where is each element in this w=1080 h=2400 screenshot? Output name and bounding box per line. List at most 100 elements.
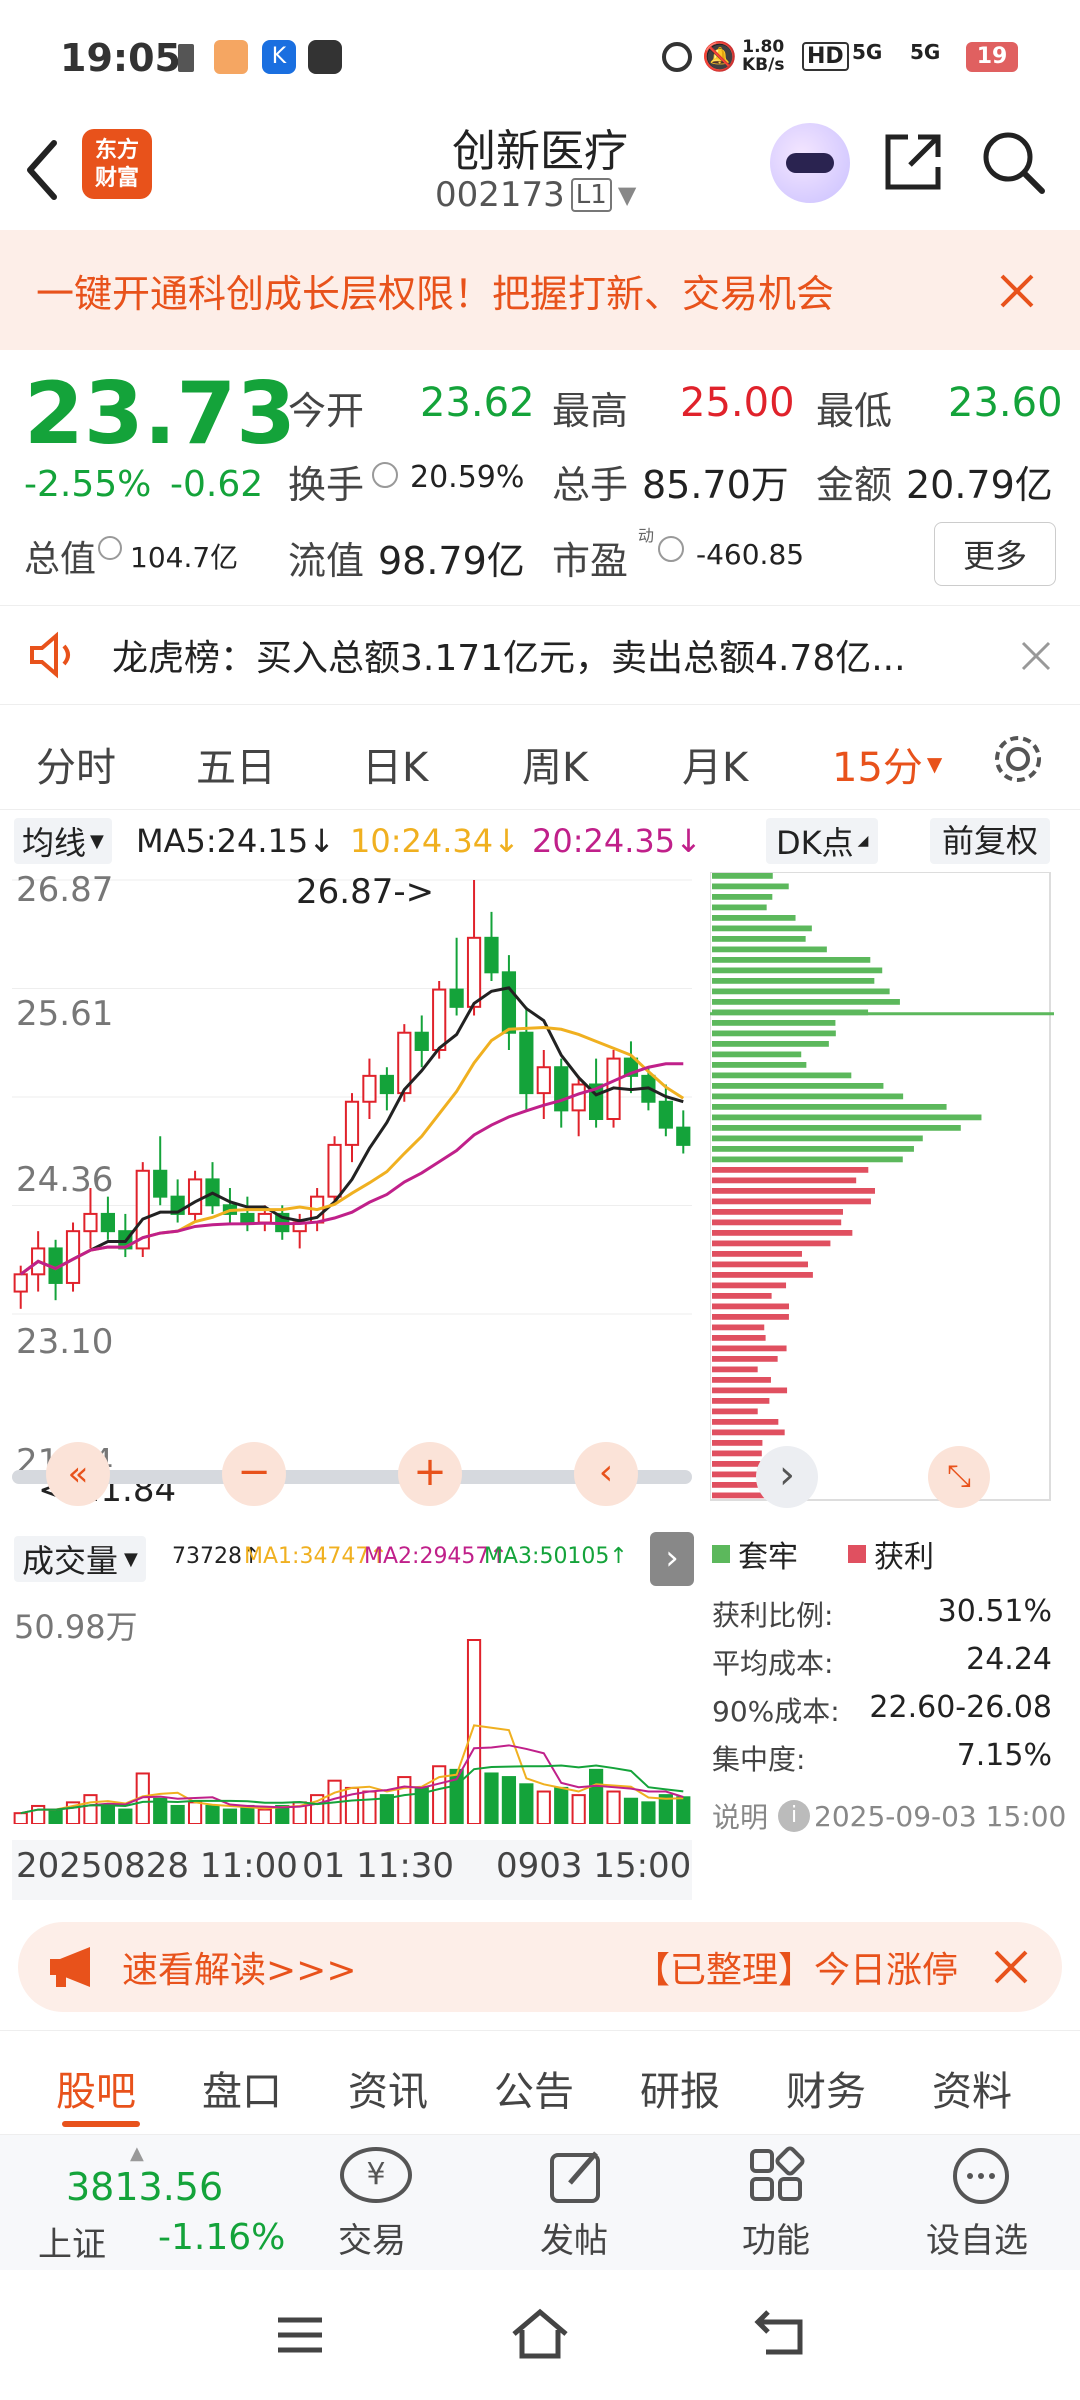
chip-bar — [712, 1093, 904, 1100]
tab-research[interactable]: 研报 — [640, 2059, 720, 2117]
chevron-down-icon: ▼ — [617, 181, 637, 209]
chip-bar — [712, 1429, 785, 1436]
candle-body — [187, 1178, 203, 1215]
profit-swatch — [848, 1545, 866, 1563]
tab-profile[interactable]: 资料 — [932, 2059, 1012, 2117]
chip-note[interactable]: 说明 i 2025-09-03 15:00 — [712, 1796, 1066, 1836]
float-label: 流值 — [288, 539, 365, 583]
tab-intraday[interactable]: 分时 — [36, 735, 116, 793]
chip-bar — [712, 1219, 842, 1226]
volume-selector[interactable]: 成交量 ▼ — [14, 1536, 146, 1582]
chip-bar — [712, 915, 796, 921]
tab-weekly[interactable]: 周K — [522, 735, 588, 793]
home-icon[interactable] — [508, 2306, 572, 2362]
zoom-out-icon[interactable]: − — [222, 1442, 286, 1506]
add-watchlist-icon[interactable] — [950, 2145, 1012, 2207]
tab-daily[interactable]: 日K — [362, 735, 428, 793]
candle-body — [327, 1143, 342, 1198]
expand-indicator-icon[interactable]: › — [650, 1532, 694, 1586]
candle-body — [432, 988, 447, 1051]
close-icon[interactable] — [998, 272, 1036, 310]
chip-bar — [712, 1083, 884, 1089]
candle-body — [554, 1066, 569, 1112]
chip-distribution-chart[interactable] — [710, 872, 1054, 1502]
menu-icon[interactable] — [270, 2310, 330, 2360]
more-button[interactable]: 更多 — [934, 522, 1057, 586]
stock-code: 002173 — [435, 175, 565, 215]
price-tick: 23.10 — [16, 1322, 114, 1362]
stock-code-selector[interactable]: 002173 L1 ▼ — [435, 175, 636, 215]
info-icon[interactable] — [98, 536, 122, 560]
promo-banner[interactable]: 一键开通科创成长层权限！把握打新、交易机会 — [0, 230, 1080, 350]
back-icon[interactable] — [22, 135, 62, 205]
chip-bar — [712, 1450, 762, 1457]
candle-body — [83, 1212, 98, 1233]
candle-body — [379, 1074, 394, 1095]
info-icon[interactable] — [658, 536, 684, 562]
tab-five-day[interactable]: 五日 — [196, 735, 276, 793]
app-notification-icon — [214, 40, 248, 74]
dock-function[interactable]: 功能 — [742, 2213, 810, 2262]
volume-max-label: 50.98万 — [14, 1608, 138, 1646]
edit-post-icon[interactable] — [546, 2145, 608, 2207]
settings-gear-icon[interactable] — [990, 731, 1046, 787]
time-tick-right: 0903 15:00 — [496, 1846, 692, 1886]
volume-bar — [623, 1797, 639, 1824]
step-left-icon[interactable]: ‹ — [574, 1442, 638, 1506]
time-tick-mid: 01 11:30 — [302, 1846, 455, 1886]
status-bar: 19:05 K 🔕 1.80 KB/s HD 5G 5G 19 — [0, 0, 1080, 115]
chevron-right-icon[interactable]: › — [756, 1446, 818, 1508]
period-tabs: 分时 五日 日K 周K 月K 15分 ▼ — [0, 705, 1080, 810]
chip-bar — [712, 1272, 813, 1278]
chip-bar — [712, 873, 773, 879]
ma20-value: 20:24.35↓ — [532, 822, 702, 860]
tab-news[interactable]: 资讯 — [348, 2059, 428, 2117]
info-icon[interactable] — [372, 462, 398, 488]
grid-function-icon[interactable] — [746, 2145, 808, 2207]
dock-post[interactable]: 发帖 — [540, 2213, 608, 2262]
tab-pankou[interactable]: 盘口 — [202, 2059, 282, 2117]
tab-finance[interactable]: 财务 — [786, 2059, 866, 2117]
chip-bar — [712, 1051, 802, 1058]
chip-bar — [712, 1030, 836, 1037]
share-icon[interactable] — [880, 129, 946, 195]
net-speed: 1.80 KB/s — [742, 37, 785, 75]
clock: 19:05 — [60, 36, 181, 80]
tab-15min[interactable]: 15分 ▼ — [832, 735, 942, 793]
trade-icon[interactable]: ¥ — [340, 2147, 412, 2203]
volume-bar — [571, 1794, 586, 1824]
back-nav-icon[interactable] — [752, 2306, 812, 2362]
close-icon[interactable] — [1020, 640, 1052, 672]
volume-bar — [100, 1804, 115, 1824]
ma-selector[interactable]: 均线 ▼ — [14, 818, 112, 864]
chip-bar — [712, 1345, 787, 1352]
adjust-selector[interactable]: 前复权 — [930, 818, 1051, 864]
index-price[interactable]: 3813.56 — [66, 2165, 223, 2209]
last-price: 23.73 — [24, 364, 297, 464]
battery-icon: 19 — [966, 42, 1018, 72]
analysis-promo-bar[interactable]: 速看解读>>> 【已整理】今日涨停 — [18, 1922, 1062, 2012]
chip-bar — [712, 1188, 875, 1194]
tab-announcement[interactable]: 公告 — [494, 2059, 574, 2117]
dragon-tiger-notice[interactable]: 龙虎榜：买入总额3.171亿元，卖出总额4.78亿... — [0, 605, 1080, 705]
search-icon[interactable] — [978, 127, 1048, 197]
chip-bar — [712, 967, 883, 974]
dock-trade[interactable]: 交易 — [338, 2213, 406, 2262]
dock-watchlist[interactable]: 设自选 — [926, 2213, 1028, 2262]
volume-bar — [676, 1796, 691, 1824]
zoom-in-icon[interactable]: + — [398, 1442, 462, 1506]
volume-bar — [606, 1790, 621, 1824]
dk-point-selector[interactable]: DK点 ◢ — [766, 818, 879, 864]
volume-bar — [641, 1801, 656, 1824]
tab-monthly[interactable]: 月K — [682, 735, 748, 793]
tab-guba[interactable]: 股吧 — [56, 2059, 136, 2117]
stock-name: 创新医疗 — [452, 126, 628, 177]
expand-icon[interactable]: ⤡ — [928, 1446, 990, 1508]
high-marker: 26.87-> — [296, 872, 435, 912]
hd-icon: HD — [802, 42, 849, 71]
kline-chart[interactable] — [12, 872, 692, 1322]
scroll-left-icon[interactable]: « — [46, 1442, 110, 1506]
assistant-avatar[interactable] — [770, 123, 850, 203]
close-icon[interactable] — [992, 1948, 1030, 1986]
chip-stat-value: 30.51% — [937, 1594, 1052, 1629]
